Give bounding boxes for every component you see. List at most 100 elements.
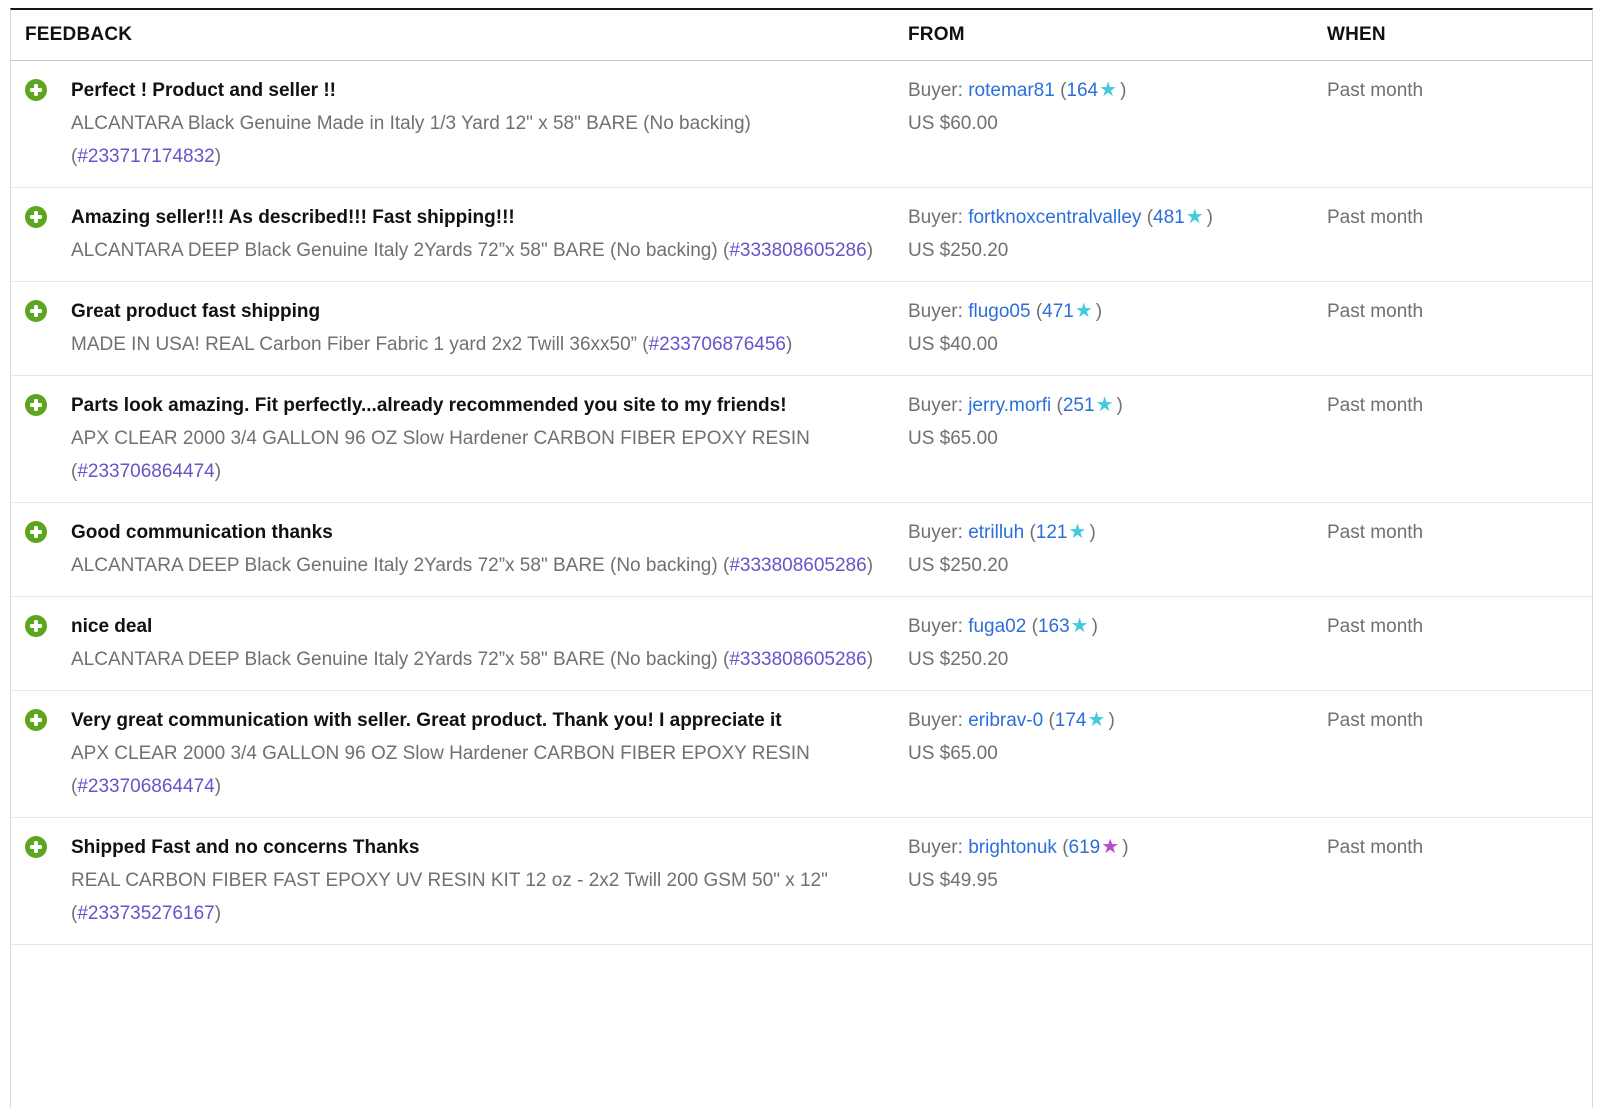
feedback-row: nice deal ALCANTARA DEEP Black Genuine I… [11,597,1592,691]
from-cell: Buyer: eribrav-0 (174★) US $65.00 [908,704,1327,803]
item-number-link[interactable]: #333808605286 [729,649,866,670]
feedback-score-link[interactable]: 174 [1055,710,1087,731]
close-paren: ) [1096,301,1102,322]
feedback-cell: nice deal ALCANTARA DEEP Black Genuine I… [11,610,908,676]
item-description: APX CLEAR 2000 3/4 GALLON 96 OZ Slow Har… [71,422,894,488]
buyer-link[interactable]: eribrav-0 [968,710,1043,731]
feedback-comment: nice deal [71,610,873,643]
feedback-score-link[interactable]: 163 [1038,616,1070,637]
item-number-link[interactable]: #233717174832 [77,146,214,167]
buyer-link[interactable]: jerry.morfi [968,395,1051,416]
sale-price: US $40.00 [908,328,1327,361]
positive-feedback-icon [25,521,47,543]
close-paren: ) [1207,207,1213,228]
buyer-link[interactable]: fortknoxcentralvalley [968,207,1141,228]
buyer-label: Buyer: [908,837,963,858]
feedback-comment: Very great communication with seller. Gr… [71,704,894,737]
feedback-date: Past month [1327,610,1592,676]
item-description: ALCANTARA Black Genuine Made in Italy 1/… [71,107,894,173]
feedback-cell: Shipped Fast and no concerns Thanks REAL… [11,831,908,930]
feedback-row: Great product fast shipping MADE IN USA!… [11,282,1592,376]
item-description: MADE IN USA! REAL Carbon Fiber Fabric 1 … [71,328,792,361]
buyer-link[interactable]: brightonuk [968,837,1057,858]
from-cell: Buyer: rotemar81 (164★) US $60.00 [908,74,1327,173]
feedback-score-link[interactable]: 481 [1153,207,1185,228]
item-description: REAL CARBON FIBER FAST EPOXY UV RESIN KI… [71,864,894,930]
item-number-link[interactable]: #233735276167 [77,903,214,924]
sale-price: US $250.20 [908,643,1327,676]
item-number-link[interactable]: #233706864474 [77,776,214,797]
sale-price: US $65.00 [908,737,1327,770]
buyer-label: Buyer: [908,710,963,731]
close-paren: ) [215,776,221,797]
feedback-comment: Amazing seller!!! As described!!! Fast s… [71,201,873,234]
close-paren: ) [1092,616,1098,637]
feedback-cell: Very great communication with seller. Gr… [11,704,908,803]
sale-price: US $60.00 [908,107,1327,140]
item-title: MADE IN USA! REAL Carbon Fiber Fabric 1 … [71,334,637,355]
buyer-label: Buyer: [908,522,963,543]
buyer-label: Buyer: [908,80,963,101]
feedback-row: Perfect ! Product and seller !! ALCANTAR… [11,61,1592,188]
feedback-comment: Good communication thanks [71,516,873,549]
item-number-link[interactable]: #333808605286 [729,555,866,576]
close-paren: ) [215,903,221,924]
star-icon: ★ [1096,394,1114,416]
item-title: ALCANTARA DEEP Black Genuine Italy 2Yard… [71,649,718,670]
close-paren: ) [1117,395,1123,416]
from-cell: Buyer: fuga02 (163★) US $250.20 [908,610,1327,676]
feedback-comment: Shipped Fast and no concerns Thanks [71,831,894,864]
feedback-score-link[interactable]: 251 [1063,395,1095,416]
item-number-link[interactable]: #333808605286 [729,240,866,261]
buyer-link[interactable]: fuga02 [968,616,1026,637]
close-paren: ) [1120,80,1126,101]
star-icon: ★ [1101,836,1119,858]
feedback-score-link[interactable]: 619 [1069,837,1101,858]
feedback-score-link[interactable]: 164 [1066,80,1098,101]
feedback-date: Past month [1327,704,1592,803]
feedback-date: Past month [1327,389,1592,488]
close-paren: ) [867,240,873,261]
buyer-link[interactable]: etrilluh [968,522,1024,543]
close-paren: ) [215,461,221,482]
from-cell: Buyer: etrilluh (121★) US $250.20 [908,516,1327,582]
feedback-date: Past month [1327,516,1592,582]
buyer-link[interactable]: flugo05 [968,301,1030,322]
from-cell: Buyer: jerry.morfi (251★) US $65.00 [908,389,1327,488]
item-number-link[interactable]: #233706876456 [649,334,786,355]
item-description: ALCANTARA DEEP Black Genuine Italy 2Yard… [71,549,873,582]
star-icon: ★ [1186,206,1204,228]
positive-feedback-icon [25,206,47,228]
item-title: APX CLEAR 2000 3/4 GALLON 96 OZ Slow Har… [71,743,810,764]
close-paren: ) [215,146,221,167]
star-icon: ★ [1088,709,1106,731]
feedback-row: Amazing seller!!! As described!!! Fast s… [11,188,1592,282]
feedback-cell: Perfect ! Product and seller !! ALCANTAR… [11,74,908,173]
column-header-feedback: FEEDBACK [11,24,908,46]
feedback-date: Past month [1327,831,1592,930]
sale-price: US $65.00 [908,422,1327,455]
feedback-date: Past month [1327,295,1592,361]
star-icon: ★ [1071,615,1089,637]
buyer-link[interactable]: rotemar81 [968,80,1055,101]
item-title: APX CLEAR 2000 3/4 GALLON 96 OZ Slow Har… [71,428,810,449]
feedback-cell: Good communication thanks ALCANTARA DEEP… [11,516,908,582]
item-description: ALCANTARA DEEP Black Genuine Italy 2Yard… [71,234,873,267]
column-header-from: FROM [908,24,1327,46]
column-header-when: WHEN [1327,24,1592,46]
buyer-label: Buyer: [908,207,963,228]
item-title: ALCANTARA Black Genuine Made in Italy 1/… [71,113,751,134]
buyer-label: Buyer: [908,301,963,322]
item-description: APX CLEAR 2000 3/4 GALLON 96 OZ Slow Har… [71,737,894,803]
feedback-score-link[interactable]: 121 [1036,522,1068,543]
feedback-cell: Amazing seller!!! As described!!! Fast s… [11,201,908,267]
feedback-cell: Parts look amazing. Fit perfectly...alre… [11,389,908,488]
feedback-score-link[interactable]: 471 [1042,301,1074,322]
positive-feedback-icon [25,709,47,731]
close-paren: ) [1089,522,1095,543]
feedback-date: Past month [1327,74,1592,173]
feedback-table: FEEDBACK FROM WHEN Perfect ! Product and… [10,8,1593,1108]
close-paren: ) [786,334,792,355]
table-header: FEEDBACK FROM WHEN [11,10,1592,61]
item-number-link[interactable]: #233706864474 [77,461,214,482]
